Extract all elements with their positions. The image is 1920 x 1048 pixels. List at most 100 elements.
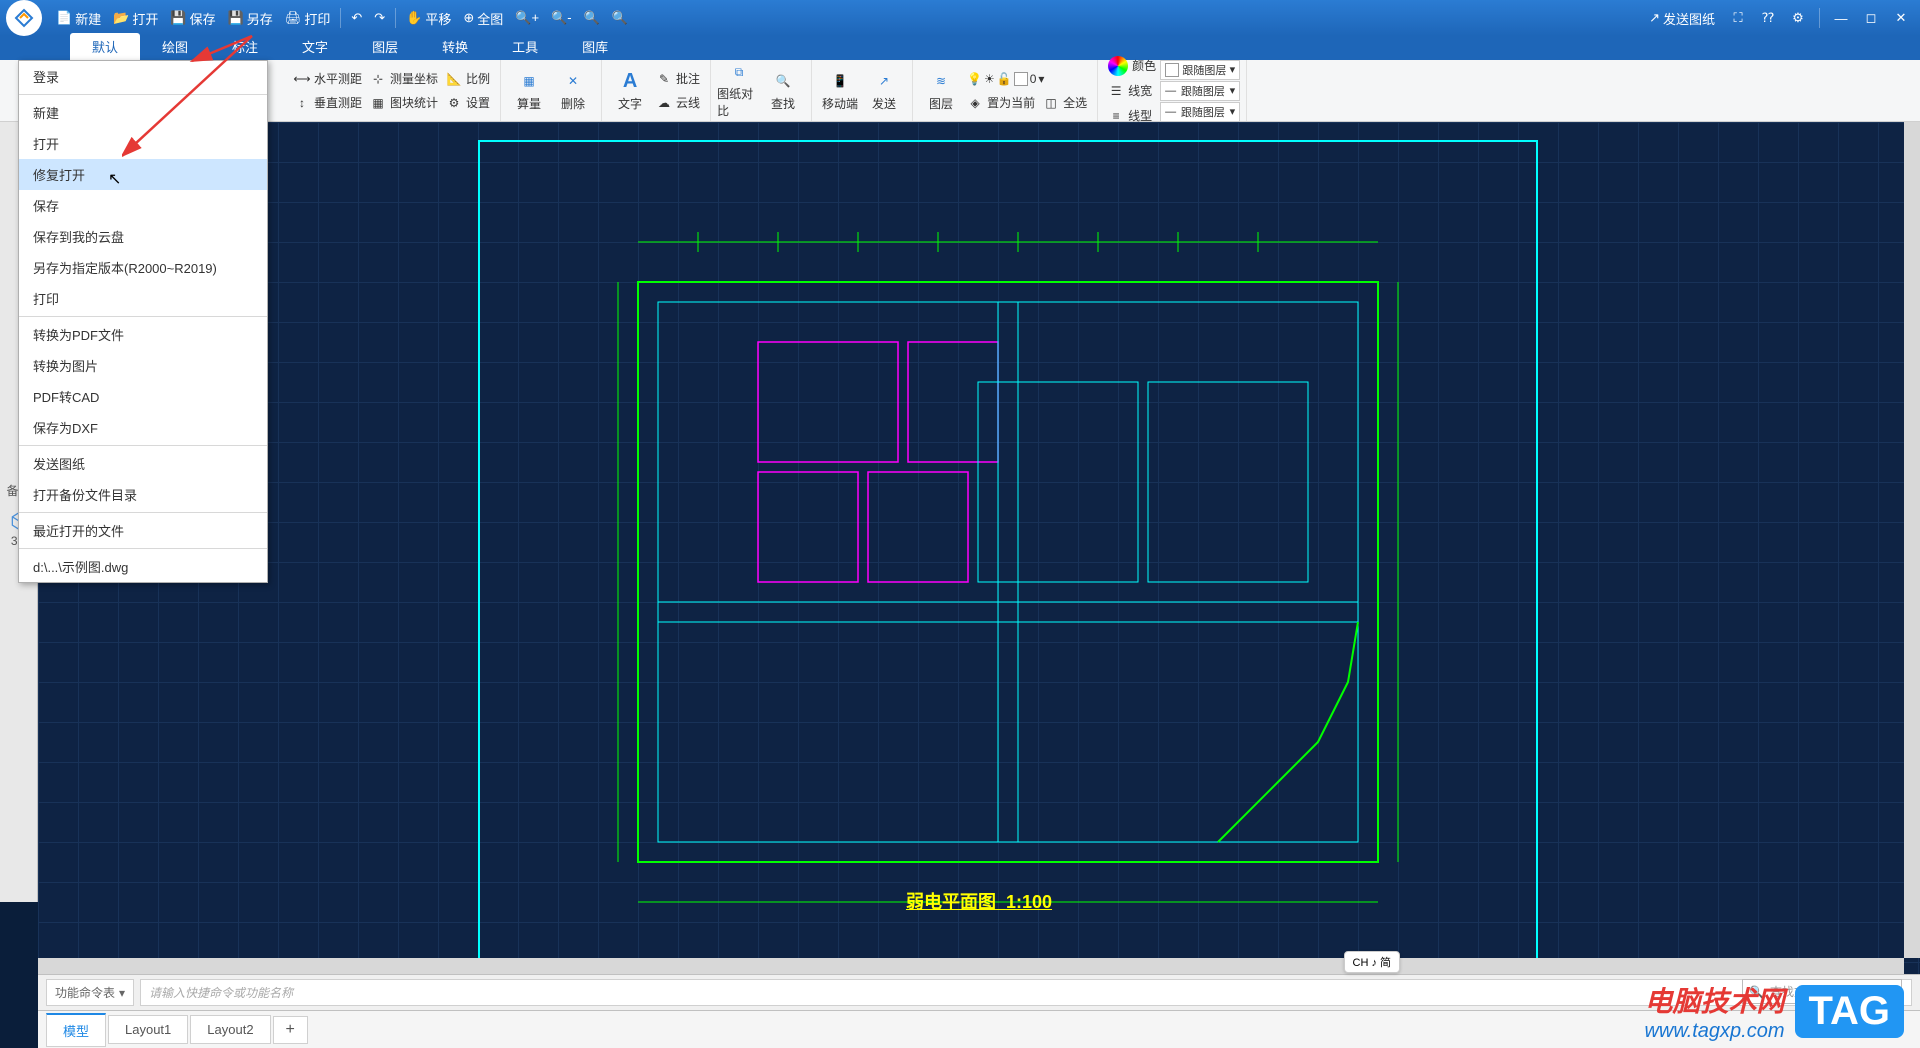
annotate-button[interactable]: ✎批注 [652, 67, 704, 91]
mobile-icon: 📱 [828, 69, 852, 93]
send-drawing-button[interactable]: ↗发送图纸 [1643, 4, 1721, 32]
menu-print[interactable]: 打印 [19, 283, 267, 314]
zoomout-button[interactable]: 🔍- [545, 4, 578, 32]
menu-save[interactable]: 保存 [19, 190, 267, 221]
zoomin-icon: 🔍+ [515, 10, 539, 26]
chevron-down-icon: ▾ [119, 986, 125, 1000]
tab-tools[interactable]: 工具 [490, 33, 560, 60]
tab-layer[interactable]: 图层 [350, 33, 420, 60]
tab-annotate[interactable]: 标注 [210, 33, 280, 60]
saveas-button[interactable]: 💾另存 [222, 4, 279, 32]
watermark-url: www.tagxp.com [1644, 1020, 1784, 1043]
coords-button[interactable]: ⊹测量坐标 [366, 67, 442, 91]
settings-button[interactable]: ⚙ [1785, 5, 1811, 31]
menu-recent[interactable]: 最近打开的文件 [19, 515, 267, 546]
command-menu-button[interactable]: 功能命令表▾ [46, 979, 134, 1006]
menu-open[interactable]: 打开 [19, 128, 267, 159]
setcurrent-button[interactable]: ◈置为当前 [963, 91, 1039, 115]
watermark-cn: 电脑技术网 [1644, 980, 1784, 1020]
cloud-button[interactable]: ☁云线 [652, 91, 704, 115]
help-button[interactable]: ⁇ [1755, 5, 1781, 31]
settings-ribbon-button[interactable]: ⚙设置 [442, 91, 494, 115]
expand-button[interactable]: ⛶ [1725, 5, 1751, 31]
color-row[interactable]: 颜色 [1104, 54, 1160, 78]
find-button[interactable]: 🔍查找 [761, 63, 805, 119]
share-icon: ↗ [1649, 10, 1660, 26]
tab-convert[interactable]: 转换 [420, 33, 490, 60]
blockstat-icon: ▦ [370, 95, 386, 111]
tab-model[interactable]: 模型 [46, 1013, 106, 1047]
menu-login[interactable]: 登录 [19, 61, 267, 92]
menu-save-cloud[interactable]: 保存到我的云盘 [19, 221, 267, 252]
zoomin-button[interactable]: 🔍+ [509, 4, 545, 32]
zoomwin-button[interactable]: 🔍 [606, 4, 634, 32]
saveas-icon: 💾 [228, 10, 244, 26]
new-button[interactable]: 📄新建 [50, 4, 107, 32]
linewidth-row[interactable]: ☰线宽 [1104, 79, 1160, 103]
horizontal-scrollbar[interactable] [38, 958, 1904, 974]
menu-recent-file[interactable]: d:\...\示例图.dwg [19, 551, 267, 582]
menu-pdf-to-cad[interactable]: PDF转CAD [19, 381, 267, 412]
layer-button[interactable]: ≋图层 [919, 63, 963, 119]
add-layout-button[interactable]: + [273, 1016, 308, 1044]
menu-repair-open[interactable]: 修复打开 [19, 159, 267, 190]
text-button[interactable]: A文字 [608, 63, 652, 119]
tab-layout1[interactable]: Layout1 [108, 1015, 188, 1044]
close-button[interactable]: ✕ [1888, 5, 1914, 31]
save-icon: 💾 [170, 10, 186, 26]
color-wheel-icon [1108, 56, 1128, 76]
zoomwin-icon: 🔍 [612, 10, 628, 26]
undo-button[interactable]: ↶ [345, 4, 368, 32]
tab-draw[interactable]: 绘图 [140, 33, 210, 60]
hmeasure-icon: ⟷ [294, 71, 310, 87]
menu-send[interactable]: 发送图纸 [19, 448, 267, 479]
vmeasure-icon: ↕ [294, 95, 310, 111]
calc-button[interactable]: ▦算量 [507, 63, 551, 119]
selectall-icon: ◫ [1043, 95, 1059, 111]
zoom-button[interactable]: 🔍 [578, 4, 606, 32]
bulb-icon: 💡 [967, 72, 982, 86]
coords-icon: ⊹ [370, 71, 386, 87]
minimize-button[interactable]: — [1828, 5, 1854, 31]
tab-text[interactable]: 文字 [280, 33, 350, 60]
color-select[interactable]: 跟随图层▾ [1160, 60, 1240, 80]
layer-state[interactable]: 💡 ☀ 🔓 0 ▾ [963, 67, 1091, 91]
linetype-select[interactable]: —跟随图层▾ [1160, 102, 1240, 122]
menu-backup-dir[interactable]: 打开备份文件目录 [19, 479, 267, 510]
menu-to-img[interactable]: 转换为图片 [19, 350, 267, 381]
blockstat-button[interactable]: ▦图块统计 [366, 91, 442, 115]
titlebar: 📄新建 📂打开 💾保存 💾另存 🖨打印 ↶ ↷ ✋平移 ⊕全图 🔍+ 🔍- 🔍 … [0, 0, 1920, 36]
app-logo[interactable] [6, 0, 42, 36]
menu-to-dxf[interactable]: 保存为DXF [19, 412, 267, 443]
hdist-button[interactable]: ⟷水平测距 [290, 67, 366, 91]
maximize-button[interactable]: ◻ [1858, 5, 1884, 31]
save-button[interactable]: 💾保存 [164, 4, 221, 32]
pan-button[interactable]: ✋平移 [400, 4, 457, 32]
print-button[interactable]: 🖨打印 [279, 4, 337, 32]
mobile-button[interactable]: 📱移动端 [818, 63, 862, 119]
send-ribbon-button[interactable]: ↗发送 [862, 63, 906, 119]
vertical-scrollbar[interactable] [1904, 122, 1920, 958]
delete-button[interactable]: ✕删除 [551, 63, 595, 119]
ime-indicator[interactable]: CH ♪ 简 [1344, 951, 1401, 973]
print-icon: 🖨 [285, 10, 302, 26]
delete-icon: ✕ [561, 69, 585, 93]
tab-layout2[interactable]: Layout2 [190, 1015, 270, 1044]
tab-default[interactable]: 默认 [70, 33, 140, 60]
layer-icon: ≋ [929, 69, 953, 93]
open-button[interactable]: 📂打开 [107, 4, 164, 32]
lock-icon: 🔓 [997, 72, 1012, 86]
redo-button[interactable]: ↷ [368, 4, 391, 32]
undo-icon: ↶ [351, 10, 362, 26]
menu-new[interactable]: 新建 [19, 97, 267, 128]
menu-save-version[interactable]: 另存为指定版本(R2000~R2019) [19, 252, 267, 283]
vdist-button[interactable]: ↕垂直测距 [290, 91, 366, 115]
linewidth-select[interactable]: —跟随图层▾ [1160, 81, 1240, 101]
compare-button[interactable]: ⧉图纸对比 [717, 63, 761, 119]
scale-button[interactable]: 📐比例 [442, 67, 494, 91]
tab-library[interactable]: 图库 [560, 33, 630, 60]
drawing-canvas[interactable]: 弱电平面图 1:100 [38, 122, 1920, 974]
menu-to-pdf[interactable]: 转换为PDF文件 [19, 319, 267, 350]
fullview-button[interactable]: ⊕全图 [457, 4, 509, 32]
selectall-button[interactable]: ◫全选 [1039, 91, 1091, 115]
